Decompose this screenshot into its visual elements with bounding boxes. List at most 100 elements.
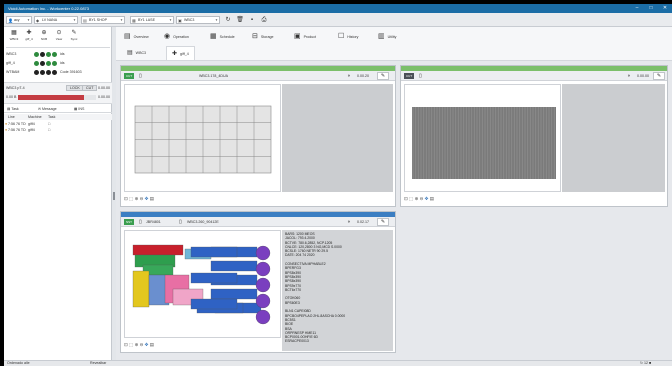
edit-button[interactable]: ✎ bbox=[377, 218, 389, 226]
nav-utility[interactable]: ▥ Utility bbox=[378, 31, 396, 43]
task-cell-task: □ bbox=[48, 128, 51, 132]
nav-history[interactable]: ☐ History bbox=[338, 31, 358, 43]
nest-canvas[interactable] bbox=[124, 230, 281, 338]
contrast-icon[interactable]: ◑ bbox=[627, 73, 630, 79]
print-icon[interactable]: ⎙ bbox=[260, 16, 268, 24]
machine-name: WBC3 pT-4 bbox=[6, 86, 25, 90]
left-sidebar: ▦ WBC3 ✚ giff_4 ⊕ NCB ⊙ View ✎ Sync WBC3 ids giff_4… bbox=[4, 27, 112, 362]
nest-part-blue[interactable] bbox=[190, 272, 238, 284]
panel-top-left: CUT ▯ WBC3.178_4DUA ◑ 0.00.20 ✎ ⊡ ⬚ ⊕ ⊖ … bbox=[120, 65, 396, 207]
nest-part-blue[interactable] bbox=[190, 246, 238, 258]
subtab-icon: ▤ bbox=[127, 50, 133, 56]
tool-3[interactable]: ⊕ NCB bbox=[37, 29, 51, 43]
close-button[interactable]: ✕ bbox=[658, 4, 672, 13]
nest-part-red[interactable] bbox=[132, 244, 184, 256]
nest-drawing bbox=[132, 244, 271, 325]
nav-icon: ▣ bbox=[294, 33, 301, 41]
nav-storage[interactable]: ⊟ Storage bbox=[252, 31, 273, 43]
pan-icon[interactable]: ✥ bbox=[145, 196, 149, 201]
edit-button[interactable]: ✎ bbox=[377, 72, 389, 80]
nav-overview[interactable]: ▤ Overview bbox=[124, 31, 149, 43]
tab-message[interactable]: ✉ Message bbox=[38, 107, 57, 111]
task-cell-time: 7:56 76 TD bbox=[8, 122, 26, 126]
layers-icon[interactable]: ▤ bbox=[150, 196, 154, 201]
nav-label: Storage bbox=[260, 35, 274, 39]
job-info-panel: BARS: 1200 MEOS JACOL: 793 4.2000 BCTVE:… bbox=[282, 230, 393, 351]
nest-part-purple[interactable] bbox=[255, 277, 271, 293]
refresh-icon[interactable]: ↻ bbox=[224, 16, 232, 24]
machine-time: 0.00.00 bbox=[98, 86, 110, 90]
material-select[interactable]: ▦ BY1 LASE ▼ bbox=[130, 16, 174, 24]
zoom-in-icon[interactable]: ⊕ bbox=[135, 196, 139, 201]
nest-part-blue[interactable] bbox=[190, 298, 238, 310]
layers-icon[interactable]: ▤ bbox=[430, 196, 434, 201]
nest-part-purple[interactable] bbox=[255, 261, 271, 277]
sheet-canvas[interactable] bbox=[404, 84, 561, 192]
zoom-box-icon[interactable]: ⬚ bbox=[129, 342, 133, 347]
nest-part-blue[interactable] bbox=[210, 288, 258, 300]
panel-bottom: NST ▯ JBR4801 ▯ WBC3.260_90412E ◑ 0.02.1… bbox=[120, 211, 396, 353]
task-cell-machine: giff4 bbox=[28, 128, 35, 132]
nav-schedule[interactable]: ▦ Schedule bbox=[210, 31, 235, 43]
fit-icon[interactable]: ⊡ bbox=[124, 196, 128, 201]
fit-icon[interactable]: ⊡ bbox=[124, 342, 128, 347]
zoom-out-icon[interactable]: ⊖ bbox=[140, 342, 144, 347]
progress-label: 0.00 B bbox=[6, 95, 17, 99]
nest-part-yellow[interactable] bbox=[132, 270, 150, 308]
zoom-box-icon[interactable]: ⬚ bbox=[409, 196, 413, 201]
warning-icon: ● bbox=[5, 122, 8, 126]
save-icon[interactable]: ▪ bbox=[248, 16, 256, 24]
tool-4[interactable]: ⊙ View bbox=[52, 29, 66, 43]
sheet-select[interactable]: ▣ WBC3 ▼ bbox=[176, 16, 220, 24]
preview-area bbox=[562, 84, 665, 192]
subtab-2[interactable]: ✚ giff_4 bbox=[166, 46, 195, 60]
sheet-canvas[interactable] bbox=[124, 84, 281, 192]
pan-icon[interactable]: ✥ bbox=[145, 342, 149, 347]
user-select[interactable]: 👤 acy ▼ bbox=[6, 16, 32, 24]
chevron-down-icon: ▼ bbox=[120, 18, 123, 22]
nest-part-blue[interactable] bbox=[210, 260, 258, 272]
zoom-in-icon[interactable]: ⊕ bbox=[135, 342, 139, 347]
minimize-button[interactable]: – bbox=[630, 4, 644, 13]
progress-bar bbox=[18, 95, 96, 100]
nest-part-purple[interactable] bbox=[255, 309, 271, 325]
nav-operation[interactable]: ◉ Operation bbox=[164, 31, 189, 43]
tab-task[interactable]: ▤ Task bbox=[7, 107, 19, 111]
pin-icon: ◆ bbox=[36, 18, 40, 23]
cut-button[interactable]: CUT bbox=[82, 85, 98, 91]
tab-ins[interactable]: ▦ INS bbox=[74, 107, 84, 111]
delete-icon[interactable]: 🗑 bbox=[236, 16, 244, 24]
nest-part-purple[interactable] bbox=[255, 293, 271, 309]
status-dot bbox=[46, 70, 51, 75]
view-toolbar: ⊡ ⬚ ⊕ ⊖ ✥ ▤ bbox=[124, 195, 154, 202]
contrast-icon[interactable]: ◑ bbox=[347, 73, 350, 79]
panel-time: 0.00.20 bbox=[357, 74, 369, 78]
zoom-box-icon[interactable]: ⬚ bbox=[129, 196, 133, 201]
nest-part-purple[interactable] bbox=[255, 245, 271, 261]
contrast-icon[interactable]: ◑ bbox=[347, 219, 350, 225]
layers-icon[interactable]: ▤ bbox=[150, 342, 154, 347]
subtab-label: giff_4 bbox=[180, 52, 189, 56]
zoom-out-icon[interactable]: ⊖ bbox=[420, 196, 424, 201]
task-row[interactable]: ● 7:56 76 TD giff4 □ bbox=[4, 127, 112, 133]
subtab-icon: ✚ bbox=[172, 51, 178, 57]
nest-badge: NST bbox=[124, 219, 134, 225]
edit-button[interactable]: ✎ bbox=[653, 72, 665, 80]
tool-5[interactable]: ✎ Sync bbox=[67, 29, 81, 43]
subtab-1[interactable]: ▤ WBC3 bbox=[122, 46, 151, 60]
zoom-out-icon[interactable]: ⊖ bbox=[140, 196, 144, 201]
fit-icon[interactable]: ⊡ bbox=[404, 196, 408, 201]
subtab-label: WBC3 bbox=[135, 51, 147, 55]
maximize-button[interactable]: □ bbox=[644, 4, 658, 13]
tool-2[interactable]: ✚ giff_4 bbox=[22, 29, 36, 43]
job-select[interactable]: ▤ BY1 SHOP ▼ bbox=[81, 16, 125, 24]
tool-1[interactable]: ▦ WBC3 bbox=[7, 29, 21, 43]
panel-name: WBC3.260_90412E bbox=[187, 220, 219, 224]
machine-select[interactable]: ◆ LV NANA ▼ bbox=[34, 16, 78, 24]
status-left: Ordenado alle bbox=[7, 361, 30, 365]
splitter-grip[interactable] bbox=[113, 192, 115, 200]
pan-icon[interactable]: ✥ bbox=[425, 196, 429, 201]
panel-time: 0.00.00 bbox=[637, 74, 649, 78]
nav-product[interactable]: ▣ Product bbox=[294, 31, 316, 43]
zoom-in-icon[interactable]: ⊕ bbox=[415, 196, 419, 201]
